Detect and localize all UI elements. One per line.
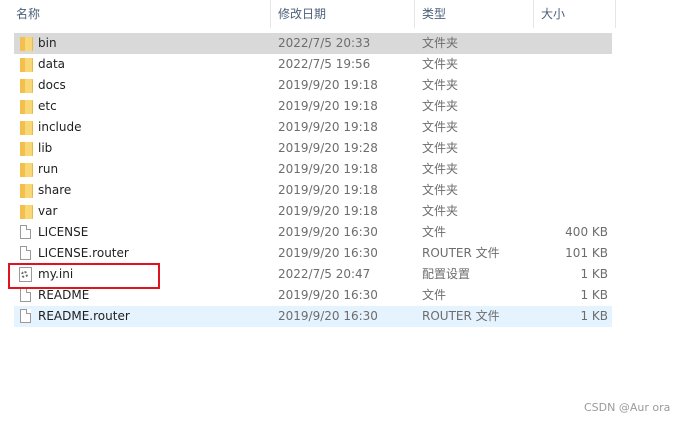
folder-icon (18, 33, 34, 54)
file-name: run (38, 162, 59, 176)
file-name: bin (38, 36, 57, 50)
file-row[interactable]: docs 2019/9/20 19:18 文件夹 (0, 75, 620, 96)
folder-icon (18, 138, 34, 159)
file-date-modified: 2019/9/20 19:18 (278, 99, 378, 113)
folder-icon (18, 117, 34, 138)
file-date-modified: 2019/9/20 19:18 (278, 120, 378, 134)
folder-icon (18, 201, 34, 222)
file-row[interactable]: etc 2019/9/20 19:18 文件夹 (0, 96, 620, 117)
file-type: 文件 (422, 225, 447, 239)
file-type: ROUTER 文件 (422, 309, 500, 323)
file-type: 文件夹 (422, 204, 459, 218)
file-date-modified: 2019/9/20 19:18 (278, 204, 378, 218)
column-divider[interactable] (615, 0, 616, 28)
file-type: 文件 (422, 288, 447, 302)
file-name: LICENSE.router (38, 246, 129, 260)
file-name: docs (38, 78, 66, 92)
file-size (538, 54, 608, 75)
file-date-modified: 2022/7/5 20:47 (278, 267, 371, 281)
folder-icon (18, 96, 34, 117)
watermark: CSDN @Aur ora (584, 401, 671, 414)
file-name: LICENSE (38, 225, 89, 239)
file-row[interactable]: data 2022/7/5 19:56 文件夹 (0, 54, 620, 75)
file-size (538, 159, 608, 180)
file-name: etc (38, 99, 57, 113)
file-date-modified: 2019/9/20 16:30 (278, 246, 378, 260)
file-name: share (38, 183, 72, 197)
file-size: 1 KB (580, 267, 608, 281)
file-date-modified: 2022/7/5 20:33 (278, 36, 371, 50)
file-name: README.router (38, 309, 130, 323)
file-date-modified: 2019/9/20 16:30 (278, 288, 378, 302)
file-size: 1 KB (580, 309, 608, 323)
file-row[interactable]: var 2019/9/20 19:18 文件夹 (0, 201, 620, 222)
file-row[interactable]: bin 2022/7/5 20:33 文件夹 (0, 33, 620, 54)
file-icon (18, 243, 34, 264)
file-size (538, 138, 608, 159)
file-icon (18, 222, 34, 243)
file-size: 400 KB (565, 225, 608, 239)
file-size: 101 KB (565, 246, 608, 260)
file-date-modified: 2019/9/20 19:18 (278, 78, 378, 92)
file-type: 文件夹 (422, 78, 459, 92)
file-size: 1 KB (580, 288, 608, 302)
file-size (538, 117, 608, 138)
file-size (538, 180, 608, 201)
file-type: 配置设置 (422, 267, 471, 281)
folder-icon (18, 54, 34, 75)
file-type: 文件夹 (422, 120, 459, 134)
file-explorer: ^ 名称 修改日期 类型 大小 bin 2022/7/5 20:33 文件夹 data… (0, 0, 687, 422)
file-size (538, 75, 608, 96)
folder-icon (18, 180, 34, 201)
file-name: data (38, 57, 66, 71)
folder-icon (18, 75, 34, 96)
file-icon (18, 306, 34, 327)
file-date-modified: 2019/9/20 16:30 (278, 309, 378, 323)
file-row[interactable]: run 2019/9/20 19:18 文件夹 (0, 159, 620, 180)
file-type: 文件夹 (422, 99, 459, 113)
file-date-modified: 2019/9/20 19:28 (278, 141, 378, 155)
file-date-modified: 2022/7/5 19:56 (278, 57, 371, 71)
column-header-date-modified[interactable]: 修改日期 (270, 0, 414, 28)
file-row[interactable]: lib 2019/9/20 19:28 文件夹 (0, 138, 620, 159)
file-row[interactable]: LICENSE.router 2019/9/20 16:30 ROUTER 文件 10… (0, 243, 620, 264)
file-type: 文件夹 (422, 36, 459, 50)
file-size (538, 96, 608, 117)
file-row[interactable]: share 2019/9/20 19:18 文件夹 (0, 180, 620, 201)
file-name: lib (38, 141, 53, 155)
annotation-highlight-box (8, 263, 160, 289)
file-type: 文件夹 (422, 141, 459, 155)
column-header-type[interactable]: 类型 (414, 0, 533, 28)
file-name: include (38, 120, 82, 134)
file-date-modified: 2019/9/20 16:30 (278, 225, 378, 239)
column-header-name[interactable]: 名称 (8, 0, 270, 28)
file-date-modified: 2019/9/20 19:18 (278, 162, 378, 176)
column-header-bar: ^ 名称 修改日期 类型 大小 (0, 0, 620, 28)
file-date-modified: 2019/9/20 19:18 (278, 183, 378, 197)
file-row[interactable]: README.router 2019/9/20 16:30 ROUTER 文件 1 K… (0, 306, 620, 327)
folder-icon (18, 159, 34, 180)
file-type: 文件夹 (422, 57, 459, 71)
file-type: 文件夹 (422, 183, 459, 197)
column-header-size[interactable]: 大小 (533, 0, 615, 28)
file-row[interactable]: include 2019/9/20 19:18 文件夹 (0, 117, 620, 138)
file-row[interactable]: LICENSE 2019/9/20 16:30 文件 400 KB (0, 222, 620, 243)
file-size (538, 201, 608, 222)
file-name: var (38, 204, 58, 218)
file-size (538, 33, 608, 54)
file-type: 文件夹 (422, 162, 459, 176)
file-type: ROUTER 文件 (422, 246, 500, 260)
